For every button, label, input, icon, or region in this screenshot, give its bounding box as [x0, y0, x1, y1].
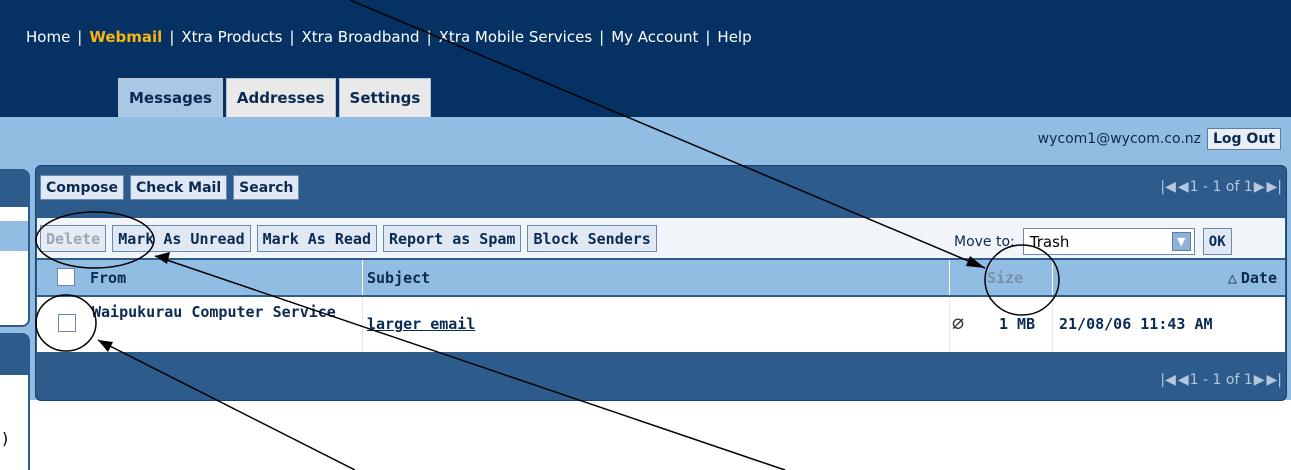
mail-toolbar: Compose Check Mail Search: [40, 175, 305, 200]
user-email: wycom1@wycom.co.nz: [1037, 131, 1201, 147]
paperclip-icon: ⌀: [952, 311, 965, 335]
top-navigation: Home | Webmail | Xtra Products | Xtra Broadban…: [26, 28, 752, 46]
column-header-subject[interactable]: Subject: [367, 269, 430, 287]
nav-webmail[interactable]: Webmail: [89, 28, 162, 46]
column-divider: [1052, 297, 1053, 352]
pager-text: 1 - 1 of 1: [1189, 372, 1253, 388]
mark-as-read-button[interactable]: Mark As Read: [256, 225, 377, 252]
tab-messages[interactable]: Messages: [118, 78, 223, 117]
content-white-area: [0, 400, 1291, 470]
left-secondary-panel: [0, 333, 30, 470]
tab-addresses[interactable]: Addresses: [225, 78, 336, 117]
logout-button[interactable]: Log Out: [1207, 128, 1281, 150]
user-info: wycom1@wycom.co.nz Log Out: [1038, 128, 1281, 150]
next-page-icon[interactable]: ▶: [1254, 372, 1265, 388]
nav-my-account[interactable]: My Account: [611, 28, 698, 46]
prev-page-icon[interactable]: ◀: [1178, 372, 1189, 388]
column-header-from[interactable]: From: [90, 269, 126, 287]
select-all-checkbox[interactable]: [57, 268, 75, 286]
left-panel-selected-item[interactable]: [0, 221, 28, 251]
nav-separator: |: [77, 28, 83, 46]
nav-separator: |: [705, 28, 711, 46]
user-bar: wycom1@wycom.co.nz Log Out: [0, 117, 1291, 161]
table-row[interactable]: Waipukurau Computer Service larger email…: [37, 297, 1285, 352]
mark-as-unread-button[interactable]: Mark As Unread: [112, 225, 251, 252]
row-size: 1 MB: [999, 315, 1036, 333]
tab-settings[interactable]: Settings: [338, 78, 432, 117]
block-senders-button[interactable]: Block Senders: [527, 225, 657, 252]
nav-help[interactable]: Help: [717, 28, 751, 46]
nav-xtra-broadband[interactable]: Xtra Broadband: [302, 28, 420, 46]
next-page-icon[interactable]: ▶: [1254, 179, 1265, 195]
search-button[interactable]: Search: [233, 175, 300, 200]
left-panel-header: [0, 335, 28, 375]
nav-separator: |: [289, 28, 295, 46]
column-divider: [949, 297, 950, 352]
message-actions: Delete Mark As Unread Mark As Read Repor…: [40, 225, 663, 252]
nav-xtra-mobile-services[interactable]: Xtra Mobile Services: [439, 28, 593, 46]
left-folder-panel: [0, 169, 30, 327]
column-divider: [362, 297, 363, 352]
move-to-control: Move to: Trash ▼ OK: [954, 228, 1232, 255]
row-date: 21/08/06 11:43 AM: [1059, 315, 1213, 333]
nav-separator: |: [426, 28, 432, 46]
pager-top: |◀ ◀ 1 - 1 of 1 ▶ ▶|: [1159, 179, 1283, 195]
first-page-icon[interactable]: |◀: [1160, 179, 1175, 195]
move-to-select[interactable]: Trash ▼: [1022, 228, 1195, 255]
nav-xtra-products[interactable]: Xtra Products: [181, 28, 282, 46]
left-panel-header: [0, 171, 28, 207]
column-header-date[interactable]: △ Date: [1228, 269, 1277, 287]
left-panel-fragment: ): [2, 429, 9, 448]
ok-button[interactable]: OK: [1202, 228, 1232, 255]
tab-bar: Messages Addresses Settings: [118, 78, 434, 117]
compose-button[interactable]: Compose: [40, 175, 124, 200]
table-header: From Subject Size △ Date: [37, 260, 1285, 295]
pager-text: 1 - 1 of 1: [1189, 179, 1253, 195]
column-header-size[interactable]: Size: [987, 269, 1023, 287]
nav-home[interactable]: Home: [26, 28, 70, 46]
nav-separator: |: [599, 28, 605, 46]
pager-bottom: |◀ ◀ 1 - 1 of 1 ▶ ▶|: [1159, 372, 1283, 388]
column-divider: [1052, 260, 1053, 295]
last-page-icon[interactable]: ▶|: [1267, 179, 1282, 195]
column-divider: [949, 260, 950, 295]
move-to-label: Move to:: [954, 233, 1015, 250]
row-from[interactable]: Waipukurau Computer Service: [92, 303, 352, 321]
row-subject-link[interactable]: larger email: [367, 315, 475, 333]
column-divider: [362, 260, 363, 295]
report-as-spam-button[interactable]: Report as Spam: [383, 225, 522, 252]
webmail-screen: Home | Webmail | Xtra Products | Xtra Broadban…: [0, 0, 1291, 470]
delete-button[interactable]: Delete: [40, 225, 107, 252]
sort-ascending-icon: △: [1227, 268, 1237, 287]
check-mail-button[interactable]: Check Mail: [129, 175, 228, 200]
chevron-down-icon[interactable]: ▼: [1171, 232, 1191, 251]
first-page-icon[interactable]: |◀: [1160, 372, 1175, 388]
nav-separator: |: [169, 28, 175, 46]
prev-page-icon[interactable]: ◀: [1178, 179, 1189, 195]
column-header-date-label: Date: [1240, 268, 1277, 287]
move-to-value: Trash: [1029, 232, 1070, 251]
row-checkbox[interactable]: [58, 314, 76, 332]
last-page-icon[interactable]: ▶|: [1267, 372, 1282, 388]
top-header: Home | Webmail | Xtra Products | Xtra Broadban…: [0, 0, 1291, 117]
